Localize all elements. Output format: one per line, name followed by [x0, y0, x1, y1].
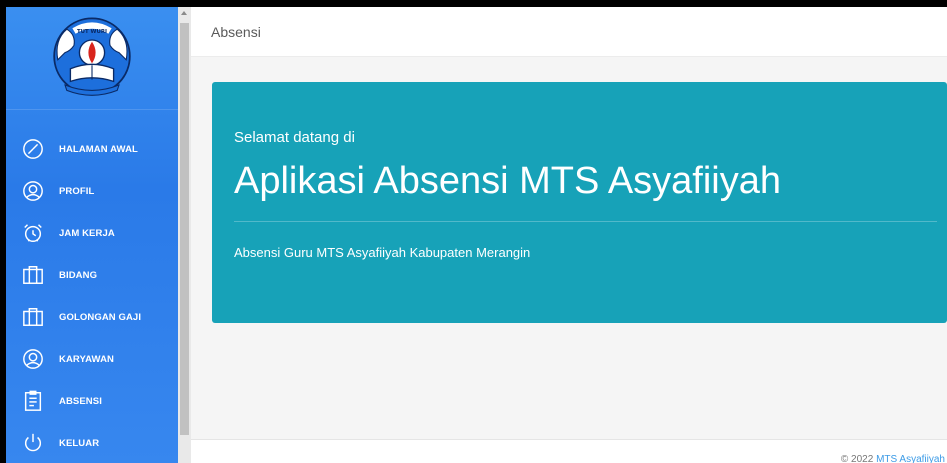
app-frame: TUT WURI HALAMAN AWAL PROFIL JAM KERJA B…	[0, 0, 947, 463]
sidebar-item-label: HALAMAN AWAL	[59, 143, 138, 155]
briefcase-icon	[22, 306, 44, 328]
footer: © 2022 MTS Asyafiiyah	[191, 439, 947, 463]
briefcase-icon	[22, 264, 44, 286]
sidebar-item-label: KELUAR	[59, 437, 100, 449]
sidebar-item-label: BIDANG	[59, 269, 98, 281]
sidebar-item-label: KARYAWAN	[59, 353, 114, 365]
divider	[234, 221, 937, 222]
sidebar-item-jam-kerja[interactable]: JAM KERJA	[6, 212, 178, 254]
app-subtitle: Absensi Guru MTS Asyafiiyah Kabupaten Me…	[234, 245, 531, 260]
page-title: Absensi	[211, 23, 261, 40]
sidebar-item-label: GOLONGAN GAJI	[59, 311, 142, 323]
sidebar-item-bidang[interactable]: BIDANG	[6, 254, 178, 296]
main-content: Absensi Selamat datang di Aplikasi Absen…	[191, 7, 947, 463]
welcome-greeting: Selamat datang di	[234, 129, 355, 146]
user-icon	[22, 180, 44, 202]
sidebar-item-absensi[interactable]: ABSENSI	[6, 380, 178, 422]
user-icon	[22, 348, 44, 370]
scroll-up-arrow-icon[interactable]	[181, 11, 187, 15]
copyright-text: © 2022 MTS Asyafiiyah	[841, 454, 945, 463]
sidebar-item-karyawan[interactable]: KARYAWAN	[6, 338, 178, 380]
scrollbar-thumb[interactable]	[180, 23, 189, 435]
dashboard-gauge-icon	[22, 138, 44, 160]
sidebar-scrollbar[interactable]	[178, 7, 191, 463]
alarm-clock-icon	[22, 222, 44, 244]
sidebar-menu: HALAMAN AWAL PROFIL JAM KERJA BIDANG GOL…	[6, 110, 178, 463]
welcome-banner: Selamat datang di Aplikasi Absensi MTS A…	[212, 82, 947, 323]
sidebar-item-label: ABSENSI	[59, 395, 102, 407]
power-icon	[22, 432, 44, 454]
sidebar: TUT WURI HALAMAN AWAL PROFIL JAM KERJA B…	[6, 7, 178, 463]
tut-wuri-handayani-logo: TUT WURI	[53, 17, 131, 96]
sidebar-item-keluar[interactable]: KELUAR	[6, 422, 178, 463]
sidebar-item-golongan-gaji[interactable]: GOLONGAN GAJI	[6, 296, 178, 338]
copyright-year: © 2022	[840, 454, 877, 463]
clipboard-icon	[22, 390, 44, 412]
sidebar-item-label: PROFIL	[59, 185, 95, 197]
sidebar-item-label: JAM KERJA	[59, 227, 115, 239]
app-title: Aplikasi Absensi MTS Asyafiiyah	[234, 160, 782, 202]
footer-link[interactable]: MTS Asyafiiyah	[876, 454, 945, 463]
logo-container[interactable]: TUT WURI	[6, 7, 178, 110]
svg-text:TUT WURI: TUT WURI	[77, 29, 107, 35]
sidebar-item-profil[interactable]: PROFIL	[6, 170, 178, 212]
sidebar-item-halaman-awal[interactable]: HALAMAN AWAL	[6, 128, 178, 170]
top-bar: Absensi	[191, 7, 947, 57]
